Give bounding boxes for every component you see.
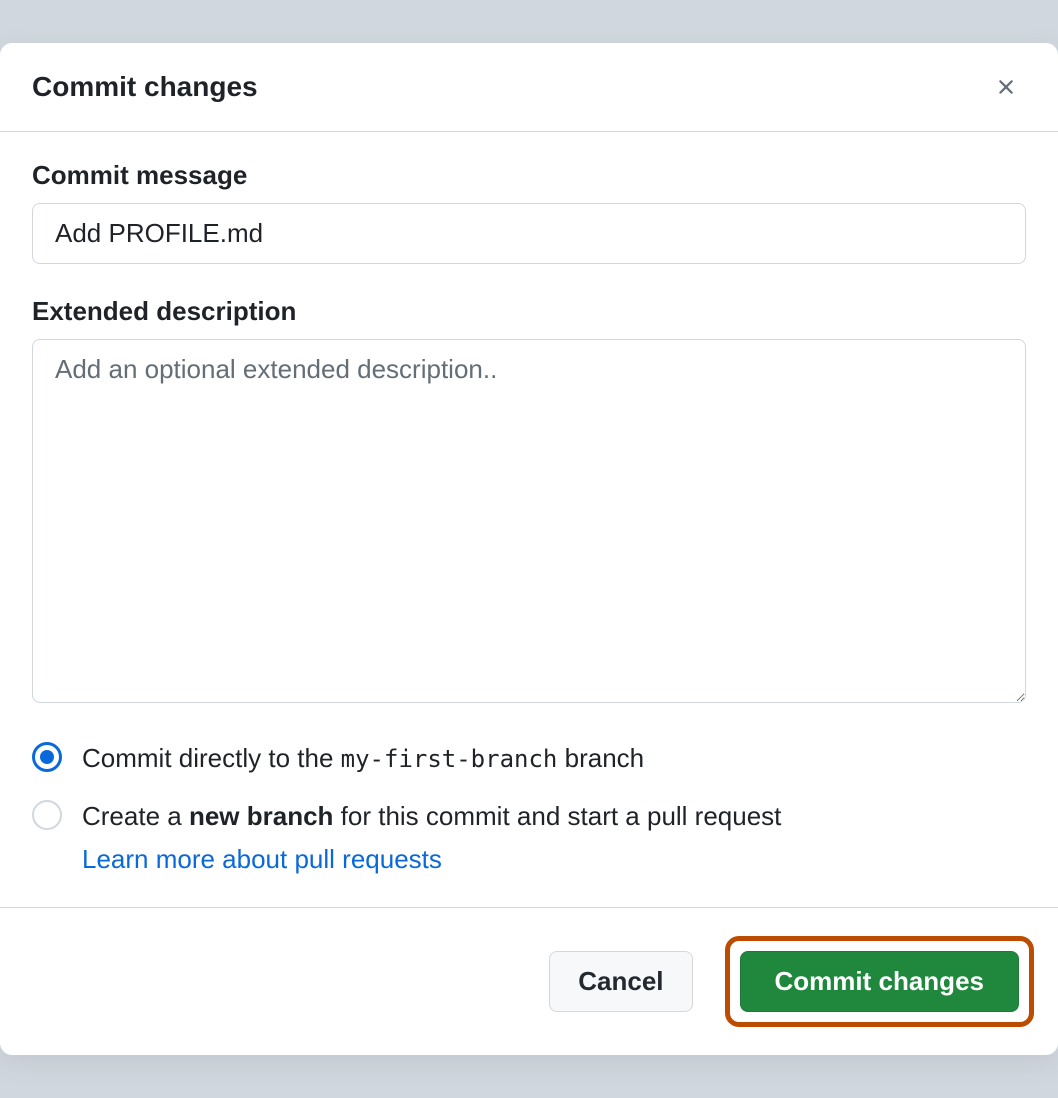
branch-radio-group: Commit directly to the my-first-branch b… xyxy=(32,740,1026,876)
radio-direct-label[interactable]: Commit directly to the my-first-branch b… xyxy=(82,740,644,777)
branch-name-code: my-first-branch xyxy=(341,745,558,773)
radio-option-direct: Commit directly to the my-first-branch b… xyxy=(32,740,1026,777)
radio-new-branch-label[interactable]: Create a new branch for this commit and … xyxy=(82,801,781,831)
dialog-body: Commit message Extended description Comm… xyxy=(0,132,1058,908)
radio-option-new-branch: Create a new branch for this commit and … xyxy=(32,798,1026,875)
extended-description-label: Extended description xyxy=(32,296,1026,327)
radio-new-branch[interactable] xyxy=(32,800,62,830)
commit-message-field-group: Commit message xyxy=(32,160,1026,264)
commit-changes-button[interactable]: Commit changes xyxy=(740,951,1020,1012)
close-button[interactable] xyxy=(986,67,1026,107)
commit-message-label: Commit message xyxy=(32,160,1026,191)
radio-direct-branch[interactable] xyxy=(32,742,62,772)
close-icon xyxy=(994,75,1018,99)
extended-description-textarea[interactable] xyxy=(32,339,1026,703)
cancel-button[interactable]: Cancel xyxy=(549,951,692,1012)
learn-more-link[interactable]: Learn more about pull requests xyxy=(82,844,781,875)
commit-message-input[interactable] xyxy=(32,203,1026,264)
dialog-footer: Cancel Commit changes xyxy=(0,907,1058,1055)
dialog-header: Commit changes xyxy=(0,43,1058,132)
commit-changes-dialog: Commit changes Commit message Extended d… xyxy=(0,43,1058,1056)
commit-button-highlight: Commit changes xyxy=(725,936,1035,1027)
dialog-title: Commit changes xyxy=(32,71,258,103)
extended-description-field-group: Extended description xyxy=(32,296,1026,708)
